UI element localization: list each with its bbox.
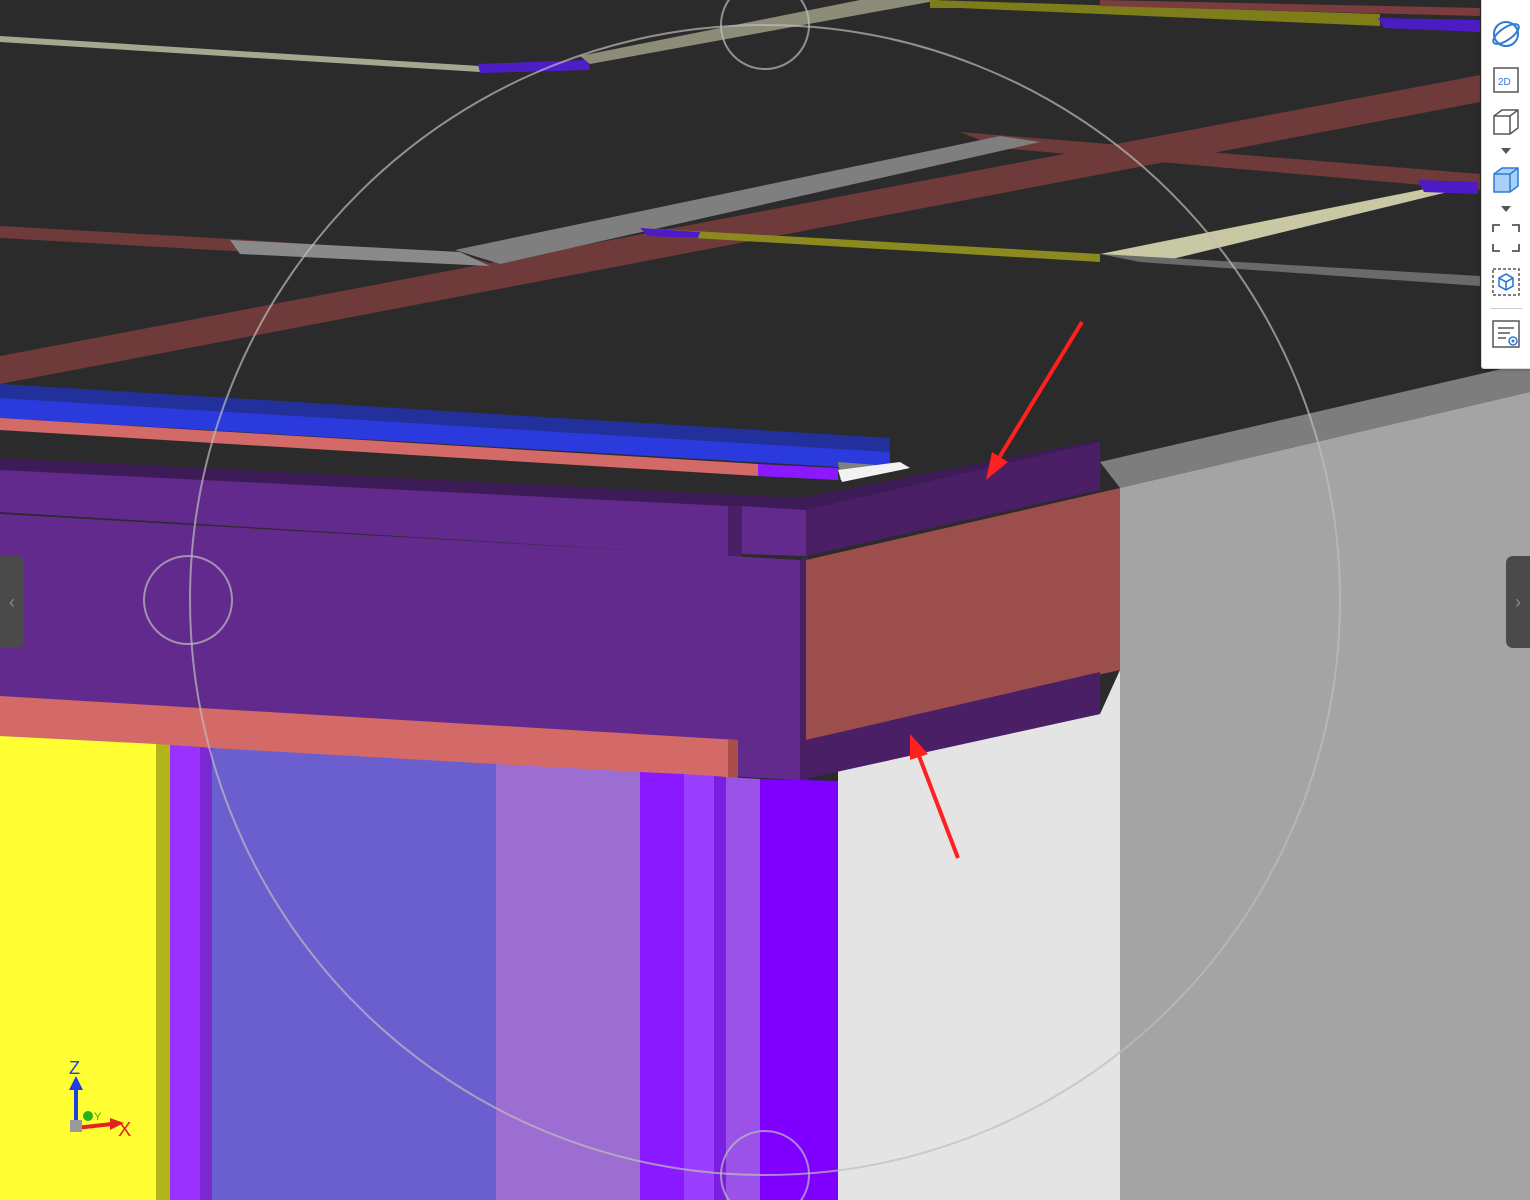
caret-down-icon: [1501, 148, 1511, 154]
solid-view-icon: [1493, 167, 1519, 193]
left-panel-toggle[interactable]: ‹: [0, 556, 24, 648]
beam-joint-blue-right: [1418, 180, 1478, 194]
solid-view-button[interactable]: [1488, 162, 1524, 198]
zoom-extents-icon: [1492, 224, 1520, 252]
chevron-left-icon: ‹: [9, 591, 15, 612]
zoom-extents-button[interactable]: [1488, 220, 1524, 256]
axis-label-y: Y: [94, 1111, 102, 1123]
2d-view-icon: 2D: [1493, 67, 1519, 93]
solid-view-dropdown[interactable]: [1500, 204, 1512, 214]
2d-view-button[interactable]: 2D: [1488, 62, 1524, 98]
bright-violet-shadow: [714, 776, 726, 1200]
isolate-icon: [1492, 268, 1520, 296]
isolate-button[interactable]: [1488, 264, 1524, 300]
grey-wall-right: [1120, 392, 1530, 1200]
properties-icon: [1492, 320, 1520, 348]
3d-view-button[interactable]: [1488, 104, 1524, 140]
3d-view-dropdown[interactable]: [1500, 146, 1512, 156]
violet-stripe-1: [170, 745, 200, 1200]
bright-violet-stripe: [684, 774, 714, 1200]
svg-text:2D: 2D: [1498, 77, 1511, 88]
bright-violet-face: [760, 779, 838, 1200]
purple-beam-step-shadow: [728, 506, 742, 556]
chevron-right-icon: ›: [1515, 591, 1521, 612]
lilac-wall: [496, 764, 640, 1200]
3d-view-icon: [1493, 109, 1519, 135]
right-panel-toggle[interactable]: ›: [1506, 556, 1530, 648]
3d-model-viewport[interactable]: ‹ › Z Y X 2D: [0, 0, 1530, 1200]
model-scene[interactable]: [0, 0, 1530, 1200]
purple-beam-step: [742, 506, 806, 556]
violet-wall: [212, 748, 496, 1200]
salmon-strip-end-face: [728, 740, 738, 780]
axis-label-z: Z: [69, 1058, 80, 1078]
orbit-icon: [1492, 21, 1520, 47]
toolbar-separator: [1490, 308, 1522, 309]
axis-gizmo: Z Y X: [69, 1058, 131, 1141]
yellow-column-edge: [156, 744, 170, 1200]
violet-stripe-2: [200, 747, 212, 1200]
orbit-button[interactable]: [1488, 16, 1524, 52]
properties-button[interactable]: [1488, 316, 1524, 352]
bright-violet-column: [640, 772, 684, 1200]
view-toolbar: 2D: [1481, 0, 1530, 369]
caret-down-icon: [1501, 206, 1511, 212]
axis-label-x: X: [118, 1119, 131, 1141]
